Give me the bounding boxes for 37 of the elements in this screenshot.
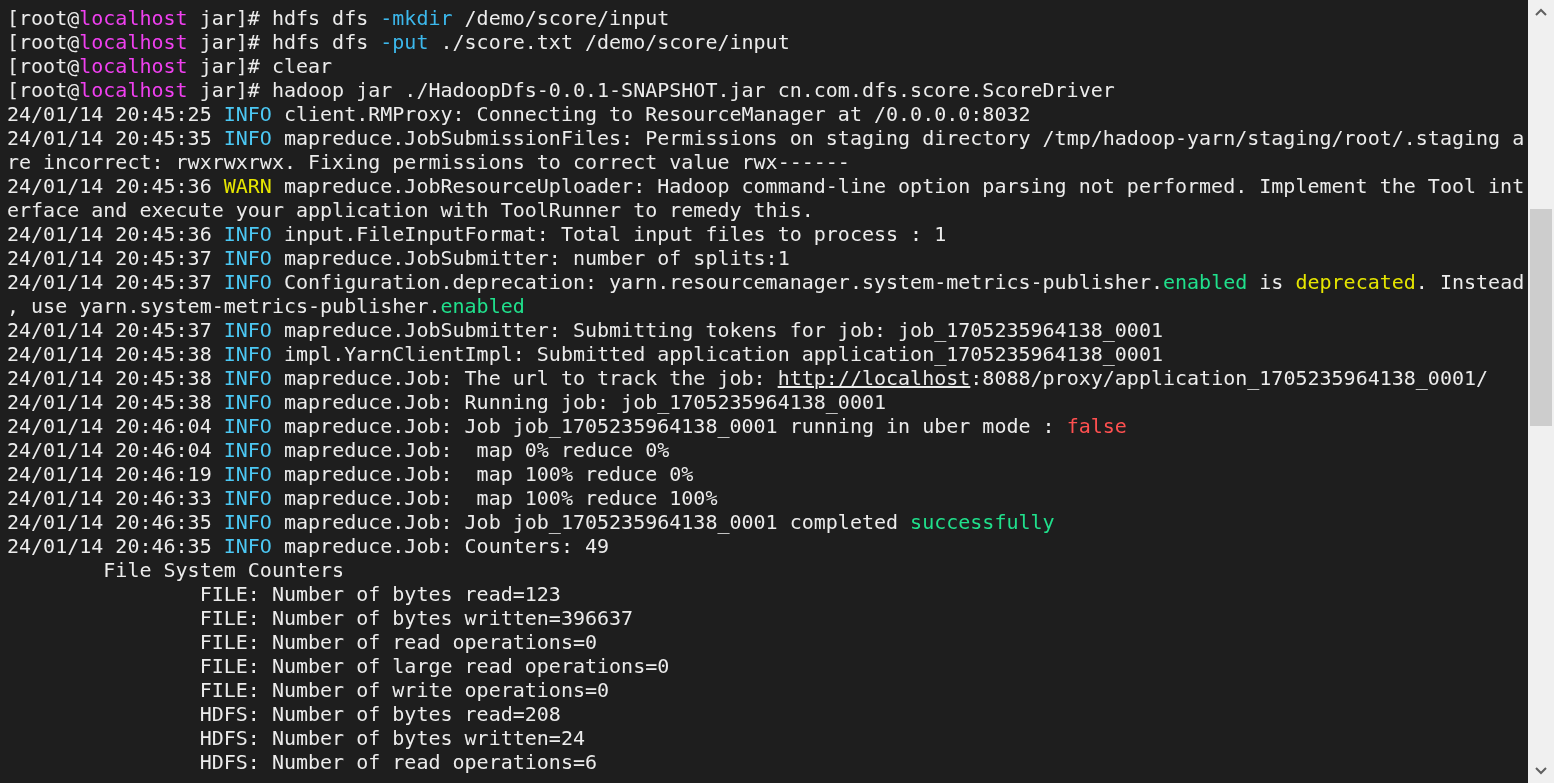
terminal-line: 24/01/14 20:46:04 INFO mapreduce.Job: Job job_1705235964138_0001 running in uber mode : false [7, 414, 1128, 438]
terminal-line: [root@localhost jar]# hadoop jar ./HadoopDfs-0.0.1-SNAPSHOT.jar cn.com.dfs.score.ScoreDriver [7, 78, 1116, 102]
terminal-line: 24/01/14 20:46:33 INFO mapreduce.Job: map 100% reduce 100% [7, 486, 719, 510]
terminal-line: [root@localhost jar]# hdfs dfs -put ./score.txt /demo/score/input [7, 30, 791, 54]
terminal-line: [root@localhost jar]# hdfs dfs -mkdir /demo/score/input [7, 6, 671, 30]
terminal-line: 24/01/14 20:45:25 INFO client.RMProxy: Connecting to ResourceManager at /0.0.0.0:8032 [7, 102, 1032, 126]
terminal-line: 24/01/14 20:45:37 INFO mapreduce.JobSubmitter: Submitting tokens for job: job_1705235964138_0001 [7, 318, 1164, 342]
scrollbar-thumb[interactable] [1530, 209, 1552, 426]
scroll-up-icon[interactable] [1535, 8, 1547, 16]
url-link[interactable]: http://localhost [777, 366, 971, 390]
terminal-line: HDFS: Number of bytes written=24 [198, 726, 586, 750]
terminal-line: 24/01/14 20:45:37 INFO mapreduce.JobSubmitter: number of splits:1 [7, 246, 791, 270]
terminal-line: 24/01/14 20:45:37 INFO Configuration.deprecation: yarn.resourcemanager.system-metrics-publisher.enabled is deprecated. Instead [7, 270, 1526, 294]
terminal-line: HDFS: Number of read operations=6 [198, 750, 598, 774]
terminal-line: 24/01/14 20:46:35 INFO mapreduce.Job: Counters: 49 [7, 534, 611, 558]
terminal-line: FILE: Number of bytes written=396637 [198, 606, 635, 630]
terminal-line: [root@localhost jar]# clear [7, 54, 334, 78]
terminal-line: HDFS: Number of bytes read=208 [198, 702, 562, 726]
terminal-line: FILE: Number of large read operations=0 [198, 654, 671, 678]
terminal-line: 24/01/14 20:46:35 INFO mapreduce.Job: Job job_1705235964138_0001 completed successfully [7, 510, 1056, 534]
terminal-line: 24/01/14 20:45:36 WARN mapreduce.JobResourceUploader: Hadoop command-line option parsing not performed. Implement the Tool int [7, 174, 1526, 198]
terminal-line: FILE: Number of read operations=0 [198, 630, 598, 654]
terminal-line: 24/01/14 20:45:38 INFO mapreduce.Job: Running job: job_1705235964138_0001 [7, 390, 887, 414]
terminal-line: 24/01/14 20:45:38 INFO impl.YarnClientImpl: Submitted application application_1705235964138_0001 [7, 342, 1164, 366]
terminal-line: erface and execute your application with ToolRunner to remedy this. [7, 198, 815, 222]
terminal-line: 24/01/14 20:46:04 INFO mapreduce.Job: map 0% reduce 0% [7, 438, 671, 462]
terminal-line: FILE: Number of bytes read=123 [198, 582, 562, 606]
terminal-line: 24/01/14 20:45:36 INFO input.FileInputFormat: Total input files to process : 1 [7, 222, 948, 246]
terminal-line: 24/01/14 20:46:19 INFO mapreduce.Job: map 100% reduce 0% [7, 462, 695, 486]
scroll-down-icon[interactable] [1535, 767, 1547, 775]
terminal-line: FILE: Number of write operations=0 [198, 678, 611, 702]
terminal-line: File System Counters [102, 558, 346, 582]
terminal-line: 24/01/14 20:45:35 INFO mapreduce.JobSubmissionFiles: Permissions on staging directory /tmp/hadoop-yarn/staging/root/.staging a [7, 126, 1526, 150]
terminal-line: , use yarn.system-metrics-publisher.enabled [7, 294, 526, 318]
scrollbar[interactable] [1528, 0, 1554, 783]
terminal-line: re incorrect: rwxrwxrwx. Fixing permissions to correct value rwx------ [7, 150, 851, 174]
terminal-line: 24/01/14 20:45:38 INFO mapreduce.Job: The url to track the job: http://localhost:8088/proxy/application_1705235964138_0001/ [7, 366, 1490, 390]
